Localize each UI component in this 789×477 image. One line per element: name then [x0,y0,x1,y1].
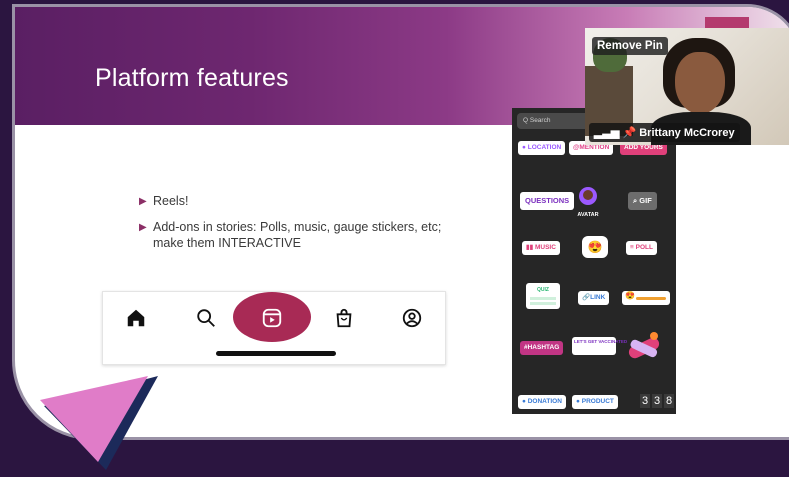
timer-digit: 3 [652,394,662,408]
sticker-emoji-slider: 😍 [582,236,608,258]
profile-icon [402,308,422,328]
search-icon [197,309,215,327]
sticker-poll: ≡ POLL [626,241,657,255]
sticker-product: ● PRODUCT [572,395,618,409]
timer-digit: 8 [664,394,674,408]
pin-icon: 📌 [622,127,637,139]
bullet-arrow-icon: ▶ [139,196,147,207]
reels-icon [262,308,282,328]
home-indicator [216,351,336,356]
instagram-nav-bar-image [102,291,446,365]
bullet-item: ▶ Add-ons in stories: Polls, music, gaug… [139,219,443,251]
participant-video-tile[interactable]: Remove Pin ▂▃▅ 📌 Brittany McCrorey [585,28,789,145]
sticker-slider: 😍 [622,291,670,305]
sticker-music: ▮▮ MUSIC [522,241,560,255]
timer-digit: 3 [640,394,650,408]
remove-pin-button[interactable]: Remove Pin [592,37,668,55]
bullet-text: Reels! [153,194,189,208]
participant-name: Brittany McCrorey [639,127,735,139]
sticker-location: ● LOCATION [518,141,566,155]
signal-icon: ▂▃▅ [594,127,620,139]
sticker-link: 🔗LINK [578,291,610,305]
stickers-panel-image: Q Search ● LOCATION @MENTION ADD YOURS Q… [512,108,676,414]
decorative-triangles [40,372,160,472]
sticker-hashtag: #HASHTAG [520,341,564,355]
slide-title: Platform features [95,64,289,92]
sticker-avatar: AVATAR [576,186,600,219]
avatar-icon [579,187,597,205]
sticker-gif: ⌕ GIF [628,192,657,210]
sticker-bandage [622,330,666,368]
participant-name-label: ▂▃▅ 📌 Brittany McCrorey [589,123,740,142]
sticker-vaccinated: LET'S GET VACCINATED [572,337,627,355]
triangle-decoration-icon [40,376,158,470]
bullet-text: Add-ons in stories: Polls, music, gauge … [153,220,442,250]
bullet-item: ▶ Reels! [139,193,189,209]
participant-face [675,52,725,114]
bandage-icon [628,332,660,359]
sticker-questions: QUESTIONS [520,192,575,210]
sticker-quiz: QUIZ [526,283,560,309]
shop-icon [336,308,352,328]
sticker-donation: ● DONATION [518,395,566,409]
bullet-arrow-icon: ▶ [139,222,147,233]
home-icon [127,309,145,327]
